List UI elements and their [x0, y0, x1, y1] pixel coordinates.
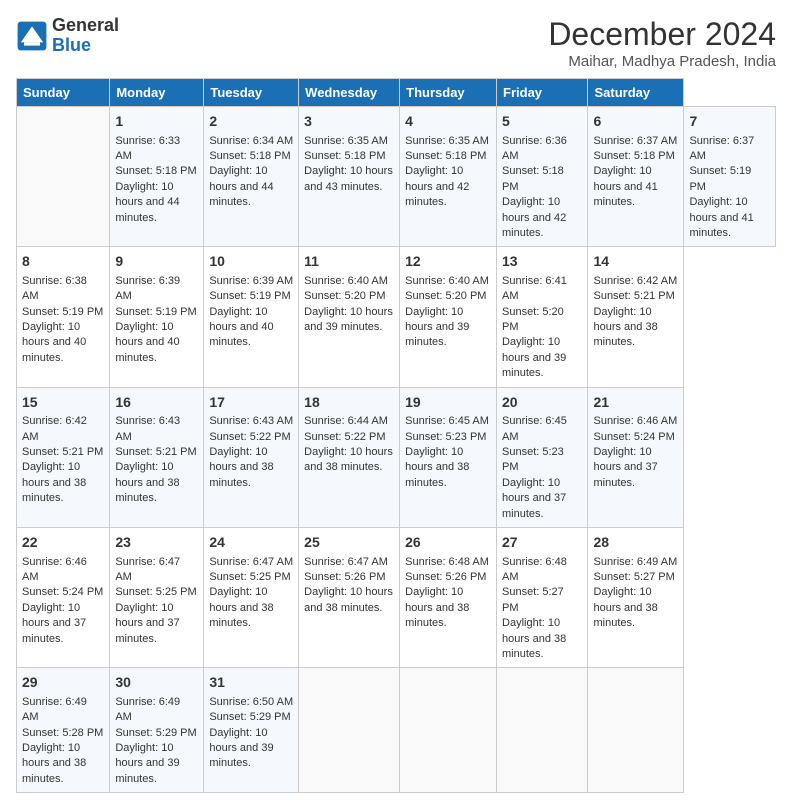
- calendar-day-25: 25Sunrise: 6:47 AMSunset: 5:26 PMDayligh…: [299, 527, 400, 667]
- day-header-sunday: Sunday: [17, 79, 110, 107]
- calendar-day-16: 16Sunrise: 6:43 AMSunset: 5:21 PMDayligh…: [110, 387, 204, 527]
- calendar-day-4: 4Sunrise: 6:35 AMSunset: 5:18 PMDaylight…: [400, 107, 497, 247]
- calendar-day-20: 20Sunrise: 6:45 AMSunset: 5:23 PMDayligh…: [497, 387, 588, 527]
- calendar-day-28: 28Sunrise: 6:49 AMSunset: 5:27 PMDayligh…: [588, 527, 684, 667]
- day-header-monday: Monday: [110, 79, 204, 107]
- empty-cell: [497, 668, 588, 793]
- calendar-day-13: 13Sunrise: 6:41 AMSunset: 5:20 PMDayligh…: [497, 247, 588, 387]
- calendar-day-27: 27Sunrise: 6:48 AMSunset: 5:27 PMDayligh…: [497, 527, 588, 667]
- calendar-header-row: SundayMondayTuesdayWednesdayThursdayFrid…: [17, 79, 776, 107]
- calendar-day-14: 14Sunrise: 6:42 AMSunset: 5:21 PMDayligh…: [588, 247, 684, 387]
- calendar-week-4: 22Sunrise: 6:46 AMSunset: 5:24 PMDayligh…: [17, 527, 776, 667]
- logo-text: GeneralBlue: [52, 16, 119, 56]
- calendar-day-1: 1Sunrise: 6:33 AMSunset: 5:18 PMDaylight…: [110, 107, 204, 247]
- calendar-day-31: 31Sunrise: 6:50 AMSunset: 5:29 PMDayligh…: [204, 668, 299, 793]
- empty-cell: [400, 668, 497, 793]
- calendar-day-22: 22Sunrise: 6:46 AMSunset: 5:24 PMDayligh…: [17, 527, 110, 667]
- empty-cell: [299, 668, 400, 793]
- calendar-day-17: 17Sunrise: 6:43 AMSunset: 5:22 PMDayligh…: [204, 387, 299, 527]
- day-header-friday: Friday: [497, 79, 588, 107]
- logo-icon: [16, 20, 48, 52]
- calendar-day-11: 11Sunrise: 6:40 AMSunset: 5:20 PMDayligh…: [299, 247, 400, 387]
- calendar-day-12: 12Sunrise: 6:40 AMSunset: 5:20 PMDayligh…: [400, 247, 497, 387]
- page-header: GeneralBlue December 2024 Maihar, Madhya…: [16, 16, 776, 70]
- calendar-day-10: 10Sunrise: 6:39 AMSunset: 5:19 PMDayligh…: [204, 247, 299, 387]
- calendar-week-5: 29Sunrise: 6:49 AMSunset: 5:28 PMDayligh…: [17, 668, 776, 793]
- calendar-day-2: 2Sunrise: 6:34 AMSunset: 5:18 PMDaylight…: [204, 107, 299, 247]
- empty-cell: [17, 107, 110, 247]
- subtitle: Maihar, Madhya Pradesh, India: [548, 53, 776, 70]
- calendar-week-3: 15Sunrise: 6:42 AMSunset: 5:21 PMDayligh…: [17, 387, 776, 527]
- calendar-day-26: 26Sunrise: 6:48 AMSunset: 5:26 PMDayligh…: [400, 527, 497, 667]
- calendar-day-18: 18Sunrise: 6:44 AMSunset: 5:22 PMDayligh…: [299, 387, 400, 527]
- calendar-day-24: 24Sunrise: 6:47 AMSunset: 5:25 PMDayligh…: [204, 527, 299, 667]
- calendar-table: SundayMondayTuesdayWednesdayThursdayFrid…: [16, 78, 776, 793]
- calendar-day-21: 21Sunrise: 6:46 AMSunset: 5:24 PMDayligh…: [588, 387, 684, 527]
- calendar-day-19: 19Sunrise: 6:45 AMSunset: 5:23 PMDayligh…: [400, 387, 497, 527]
- logo: GeneralBlue: [16, 16, 119, 56]
- calendar-day-8: 8Sunrise: 6:38 AMSunset: 5:19 PMDaylight…: [17, 247, 110, 387]
- calendar-day-3: 3Sunrise: 6:35 AMSunset: 5:18 PMDaylight…: [299, 107, 400, 247]
- calendar-week-2: 8Sunrise: 6:38 AMSunset: 5:19 PMDaylight…: [17, 247, 776, 387]
- calendar-day-7: 7Sunrise: 6:37 AMSunset: 5:19 PMDaylight…: [684, 107, 776, 247]
- day-header-wednesday: Wednesday: [299, 79, 400, 107]
- calendar-day-23: 23Sunrise: 6:47 AMSunset: 5:25 PMDayligh…: [110, 527, 204, 667]
- calendar-body: 1Sunrise: 6:33 AMSunset: 5:18 PMDaylight…: [17, 107, 776, 793]
- calendar-day-30: 30Sunrise: 6:49 AMSunset: 5:29 PMDayligh…: [110, 668, 204, 793]
- calendar-day-29: 29Sunrise: 6:49 AMSunset: 5:28 PMDayligh…: [17, 668, 110, 793]
- calendar-day-9: 9Sunrise: 6:39 AMSunset: 5:19 PMDaylight…: [110, 247, 204, 387]
- calendar-week-1: 1Sunrise: 6:33 AMSunset: 5:18 PMDaylight…: [17, 107, 776, 247]
- calendar-day-5: 5Sunrise: 6:36 AMSunset: 5:18 PMDaylight…: [497, 107, 588, 247]
- empty-cell: [588, 668, 684, 793]
- calendar-day-15: 15Sunrise: 6:42 AMSunset: 5:21 PMDayligh…: [17, 387, 110, 527]
- calendar-day-6: 6Sunrise: 6:37 AMSunset: 5:18 PMDaylight…: [588, 107, 684, 247]
- day-header-saturday: Saturday: [588, 79, 684, 107]
- title-block: December 2024 Maihar, Madhya Pradesh, In…: [548, 16, 776, 70]
- day-header-thursday: Thursday: [400, 79, 497, 107]
- main-title: December 2024: [548, 16, 776, 53]
- day-header-tuesday: Tuesday: [204, 79, 299, 107]
